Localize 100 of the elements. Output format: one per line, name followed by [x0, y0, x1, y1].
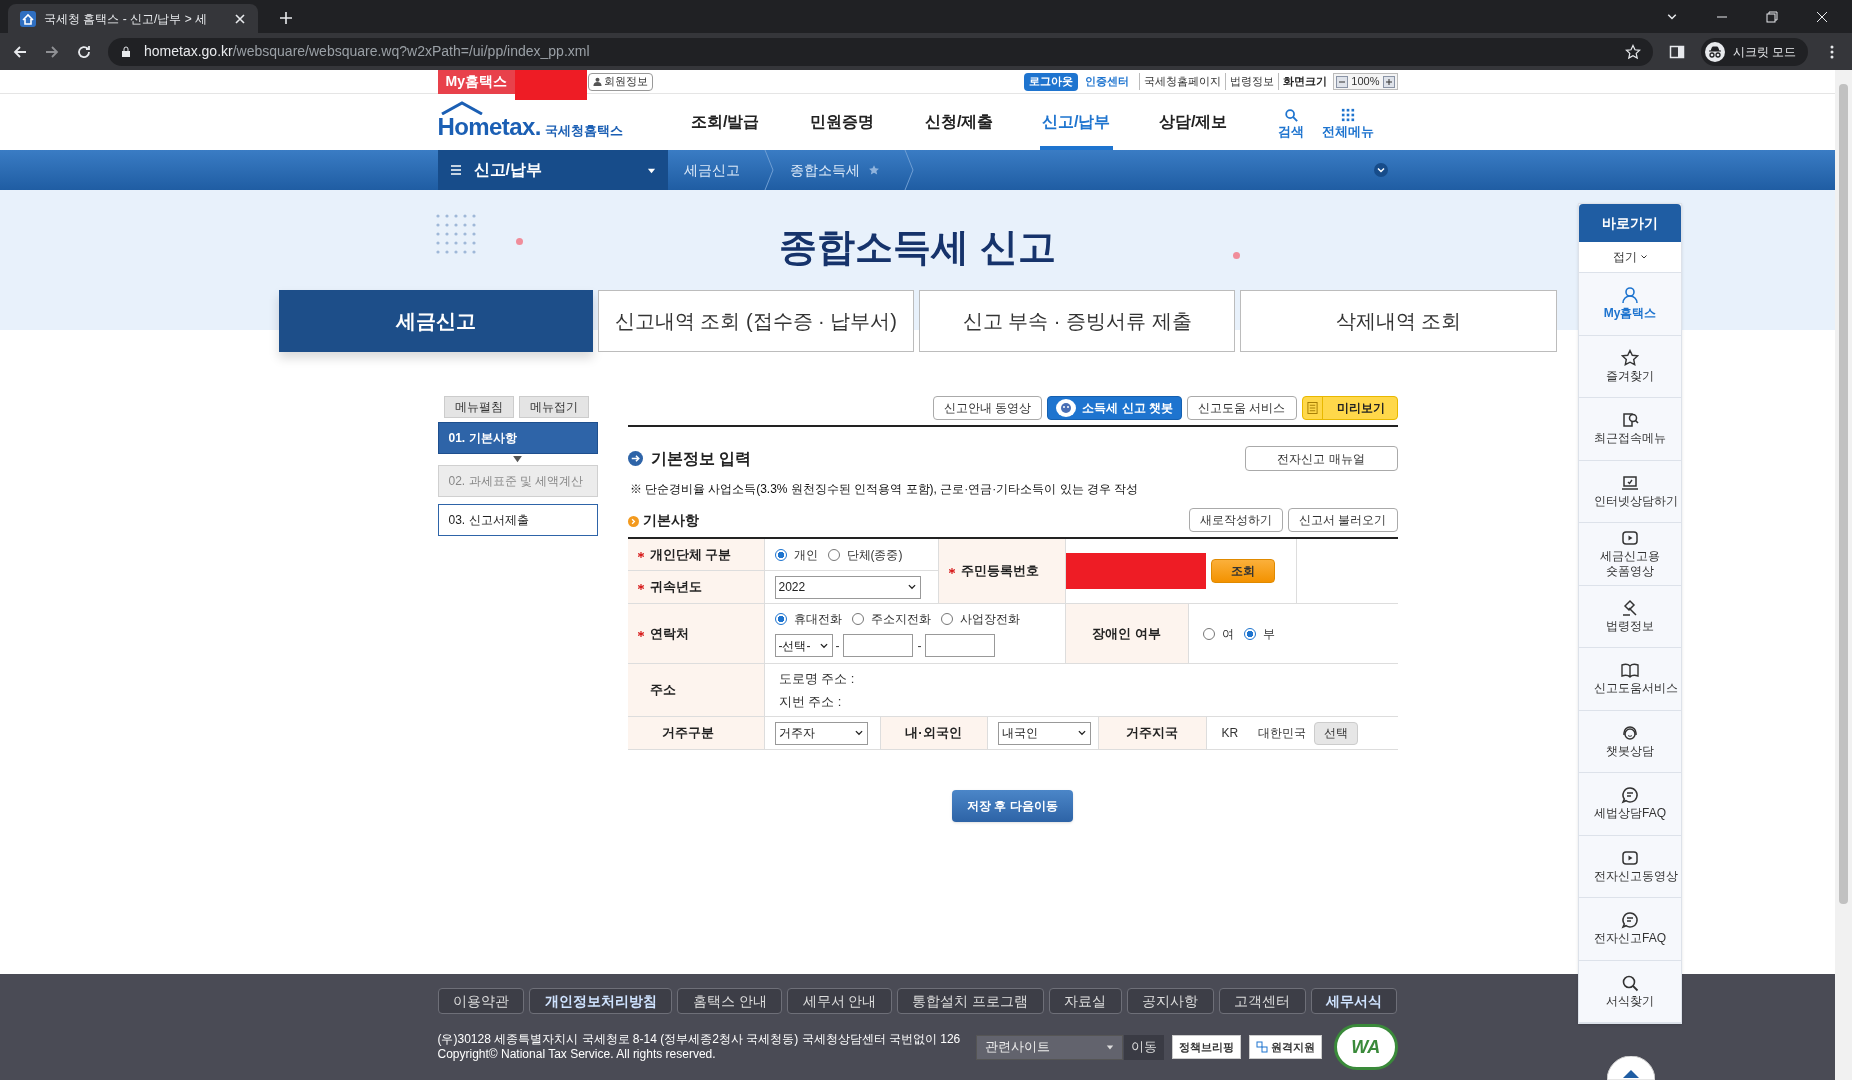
quick-menu-item[interactable]: 인터넷상담하기 [1579, 460, 1681, 523]
address-line: 도로명 주소 : [778, 669, 856, 688]
incognito-profile-button[interactable]: 시크릿 모드 [1700, 37, 1808, 66]
quick-menu-item[interactable]: 법령정보 [1579, 585, 1681, 648]
country-name: 대한민국 [1257, 725, 1306, 742]
step-menu-item[interactable]: 01. 기본사항 [437, 422, 598, 454]
separator-text: - [835, 637, 840, 655]
separator-text: - [917, 637, 922, 655]
field-label: 내·외국인 [880, 717, 988, 749]
quick-menu-item[interactable]: 세법상담FAQ [1579, 773, 1681, 836]
hometax-logo[interactable]: Hometax. 국세청홈택스 [437, 100, 623, 144]
address-line: 지번 주소 : [778, 693, 843, 711]
dropdown[interactable]: -선택- [774, 634, 833, 657]
menu-toggle-button[interactable]: 메뉴펼침 [443, 396, 514, 418]
quick-menu-title: 바로가기 [1579, 204, 1681, 242]
related-sites-dropdown[interactable]: 관련사이트 [976, 1034, 1123, 1060]
quick-menu-item[interactable]: 세금신고용 숏폼영상 [1579, 523, 1681, 586]
nav-menu-item[interactable]: 조회/발급 [666, 94, 784, 150]
manual-button[interactable]: 전자신고 매뉴얼 [1244, 446, 1398, 471]
browser-tab[interactable]: 국세청 홈택스 - 신고/납부 > 세 [8, 4, 258, 33]
field-label: 주소 [649, 681, 676, 700]
radio-label: 개인 [793, 546, 818, 564]
toolbar-button[interactable]: 신고안내 동영상 [933, 396, 1043, 420]
utility-link[interactable]: 화면크기 [1278, 73, 1328, 90]
radio-label: 여 [1221, 625, 1234, 643]
preview-button[interactable]: 미리보기 [1301, 396, 1398, 420]
field-label: 개인단체 구분 [649, 545, 732, 564]
tab-title: 국세청 홈택스 - 신고/납부 > 세 [44, 10, 208, 28]
footer-link[interactable]: 세무서 안내 [787, 988, 892, 1014]
quick-menu-item[interactable]: 즐겨찾기 [1579, 335, 1681, 398]
field-label: 귀속년도 [649, 578, 702, 597]
field-label: 주민등록번호 [960, 562, 1039, 581]
footer-link[interactable]: 통합설치 프로그램 [896, 988, 1044, 1014]
dropdown[interactable]: 2022 [774, 575, 921, 599]
page-tab[interactable]: 세금신고 [278, 290, 593, 352]
select-button[interactable]: 선택 [1313, 721, 1358, 745]
page-title: 종합소득세 신고 [779, 225, 1056, 270]
field-label: 연락처 [649, 624, 689, 643]
field-label: 거주지국 [1098, 717, 1207, 749]
toolbar-button[interactable]: 신고도움 서비스 [1187, 396, 1297, 420]
utility-link[interactable]: 인증센터 [1085, 73, 1130, 90]
radio-label: 단체(종중) [846, 546, 903, 564]
page-tab[interactable]: 삭제내역 조회 [1240, 290, 1557, 352]
footer-link[interactable]: 세무서식 [1310, 988, 1398, 1014]
go-button[interactable]: 이동 [1123, 1034, 1164, 1060]
footer-link[interactable]: 이용약관 [437, 988, 525, 1014]
radio-label: 사업장전화 [959, 611, 1020, 628]
zoom-level: 100% [1351, 74, 1380, 90]
footer-link[interactable]: 고객센터 [1218, 988, 1306, 1014]
footer-link[interactable]: 개인정보처리방침 [529, 988, 673, 1014]
utility-link[interactable]: 법령정보 [1225, 73, 1275, 90]
dropdown[interactable]: 내국인 [997, 721, 1091, 745]
page-tab[interactable]: 신고 부속 · 증빙서류 제출 [919, 290, 1236, 352]
collapse-toggle[interactable]: 접기 [1579, 242, 1681, 273]
radio-label: 휴대전화 [793, 611, 842, 628]
step-menu-item[interactable]: 03. 신고서제출 [437, 504, 598, 536]
header-tool-button[interactable]: 검색 [1277, 108, 1304, 142]
header-tool-button[interactable]: 전체메뉴 [1321, 108, 1374, 142]
footer-link[interactable]: 홈택스 안내 [677, 988, 783, 1014]
notice-text: ※ 단순경비율 사업소득(3.3% 원천징수된 인적용역 포함), 근로·연금·기타소득이 있는 경우 작성 [629, 481, 1140, 498]
menu-toggle-button[interactable]: 메뉴접기 [518, 396, 589, 418]
quick-menu-item[interactable]: 최근접속메뉴 [1579, 398, 1681, 461]
accessibility-badge: WA [1333, 1024, 1398, 1070]
subsection-title: 기본사항 [642, 511, 699, 530]
nav-menu-item[interactable]: 상담/제보 [1134, 94, 1252, 150]
member-info-button[interactable]: 회원정보 [587, 72, 653, 91]
address-text: (우)30128 세종특별자치시 국세청로 8-14 (정부세종2청사 국세청동) 국세청상담센터 국번없이 126 [437, 1032, 961, 1047]
footer-banner-button[interactable]: 정책브리핑 [1171, 1035, 1241, 1059]
save-next-button[interactable]: 저장 후 다음이동 [952, 790, 1073, 822]
utility-link[interactable]: 로그아웃 [1024, 72, 1079, 91]
radio-label: 주소지전화 [870, 611, 931, 628]
chatbot-button[interactable]: 소득세 신고 챗봇 [1047, 396, 1183, 420]
footer-banner-button[interactable]: 원격지원 [1248, 1035, 1322, 1059]
breadcrumb-item[interactable]: 종합소득세 [773, 150, 904, 190]
lookup-button[interactable]: 조회 [1210, 559, 1275, 583]
quick-menu-item[interactable]: 서식찾기 [1579, 960, 1681, 1023]
footer-link[interactable]: 자료실 [1048, 988, 1122, 1014]
country-code: KR [1221, 725, 1240, 742]
radio-label: 부 [1262, 625, 1275, 643]
form-action-button[interactable]: 새로작성하기 [1189, 508, 1284, 532]
quick-menu-item[interactable]: 신고도움서비스 [1579, 648, 1681, 711]
category-menu-dropdown[interactable]: 신고/납부 [437, 150, 668, 190]
nav-menu-item[interactable]: 신고/납부 [1017, 94, 1135, 150]
quick-menu-item[interactable]: My홈택스 [1579, 273, 1681, 336]
quick-menu-item[interactable]: 전자신고FAQ [1579, 898, 1681, 961]
field-label: 거주구분 [627, 717, 765, 749]
form-action-button[interactable]: 신고서 불러오기 [1288, 508, 1398, 532]
address-bar[interactable]: hometax.go.kr/websquare/websquare.wq?w2xPath=/ui/pp/index_pp.xml [108, 37, 1653, 66]
breadcrumb-item[interactable]: 세금신고 [667, 150, 764, 190]
copyright-text: Copyright© National Tax Service. All rights reserved. [437, 1047, 717, 1062]
dropdown[interactable]: 거주자 [774, 721, 868, 745]
page-tab[interactable]: 신고내역 조회 (접수증 · 납부서) [597, 290, 914, 352]
nav-menu-item[interactable]: 신청/제출 [900, 94, 1018, 150]
quick-menu-item[interactable]: 챗봇상담 [1579, 710, 1681, 773]
field-label: 장애인 여부 [1092, 624, 1161, 643]
nav-menu-item[interactable]: 민원증명 [783, 94, 901, 150]
utility-link[interactable]: 국세청홈페이지 [1139, 73, 1222, 90]
footer-link[interactable]: 공지사항 [1126, 988, 1214, 1014]
my-hometax-link[interactable]: My홈택스 [437, 69, 515, 94]
quick-menu-item[interactable]: 전자신고동영상 [1579, 835, 1681, 898]
